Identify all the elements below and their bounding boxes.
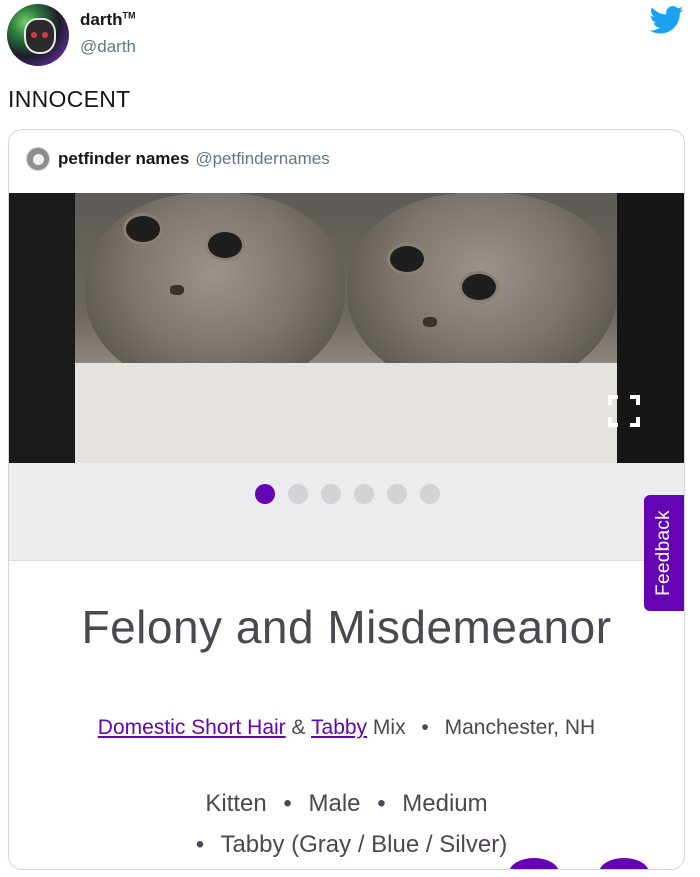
carousel-dot-4[interactable] [354,484,374,504]
age-text: Kitten [205,790,267,817]
action-button-partial[interactable] [509,858,559,869]
fullscreen-icon[interactable] [606,393,642,429]
pet-photo-carousel[interactable] [9,193,684,463]
location-text: Manchester, NH [444,716,596,739]
sex-text: Male [308,790,361,817]
quoted-display-name[interactable]: petfinder names [58,149,189,169]
trademark-suffix: TM [122,10,136,21]
quoted-tweet-card[interactable]: petfinder names @petfindernames Feedback… [8,129,685,870]
author-handle[interactable]: @darth [80,37,136,57]
tweet-text: INNOCENT [8,86,131,112]
carousel-dot-1[interactable] [255,484,275,504]
twitter-bird-icon[interactable] [650,6,684,34]
author-avatar[interactable] [7,4,69,66]
quoted-avatar[interactable] [26,147,50,171]
pet-attributes-line: Kitten • Male • Medium [205,790,488,817]
breed-link-domestic-short-hair[interactable]: Domestic Short Hair [98,716,286,739]
quoted-tweet-header: petfinder names @petfindernames [26,147,330,171]
breed-location-line: Domestic Short Hair & Tabby Mix • Manche… [97,716,596,739]
avatar-character [24,18,56,54]
author-display-name[interactable]: darthTM [80,10,136,30]
pet-name-heading: Felony and Misdemeanor [81,601,612,653]
carousel-dot-6[interactable] [420,484,440,504]
kittens-photo [75,193,617,463]
color-text: Tabby (Gray / Blue / Silver) [220,831,508,858]
carousel-dot-5[interactable] [387,484,407,504]
pet-color-line: • Tabby (Gray / Blue / Silver) [195,831,508,858]
action-button-partial[interactable] [599,858,649,869]
size-text: Medium [402,790,488,817]
carousel-pagination [9,463,684,561]
feedback-button[interactable]: Feedback [644,495,684,611]
carousel-dot-3[interactable] [321,484,341,504]
breed-link-tabby[interactable]: Tabby [311,716,367,739]
quoted-handle[interactable]: @petfindernames [195,149,329,169]
carousel-dot-2[interactable] [288,484,308,504]
